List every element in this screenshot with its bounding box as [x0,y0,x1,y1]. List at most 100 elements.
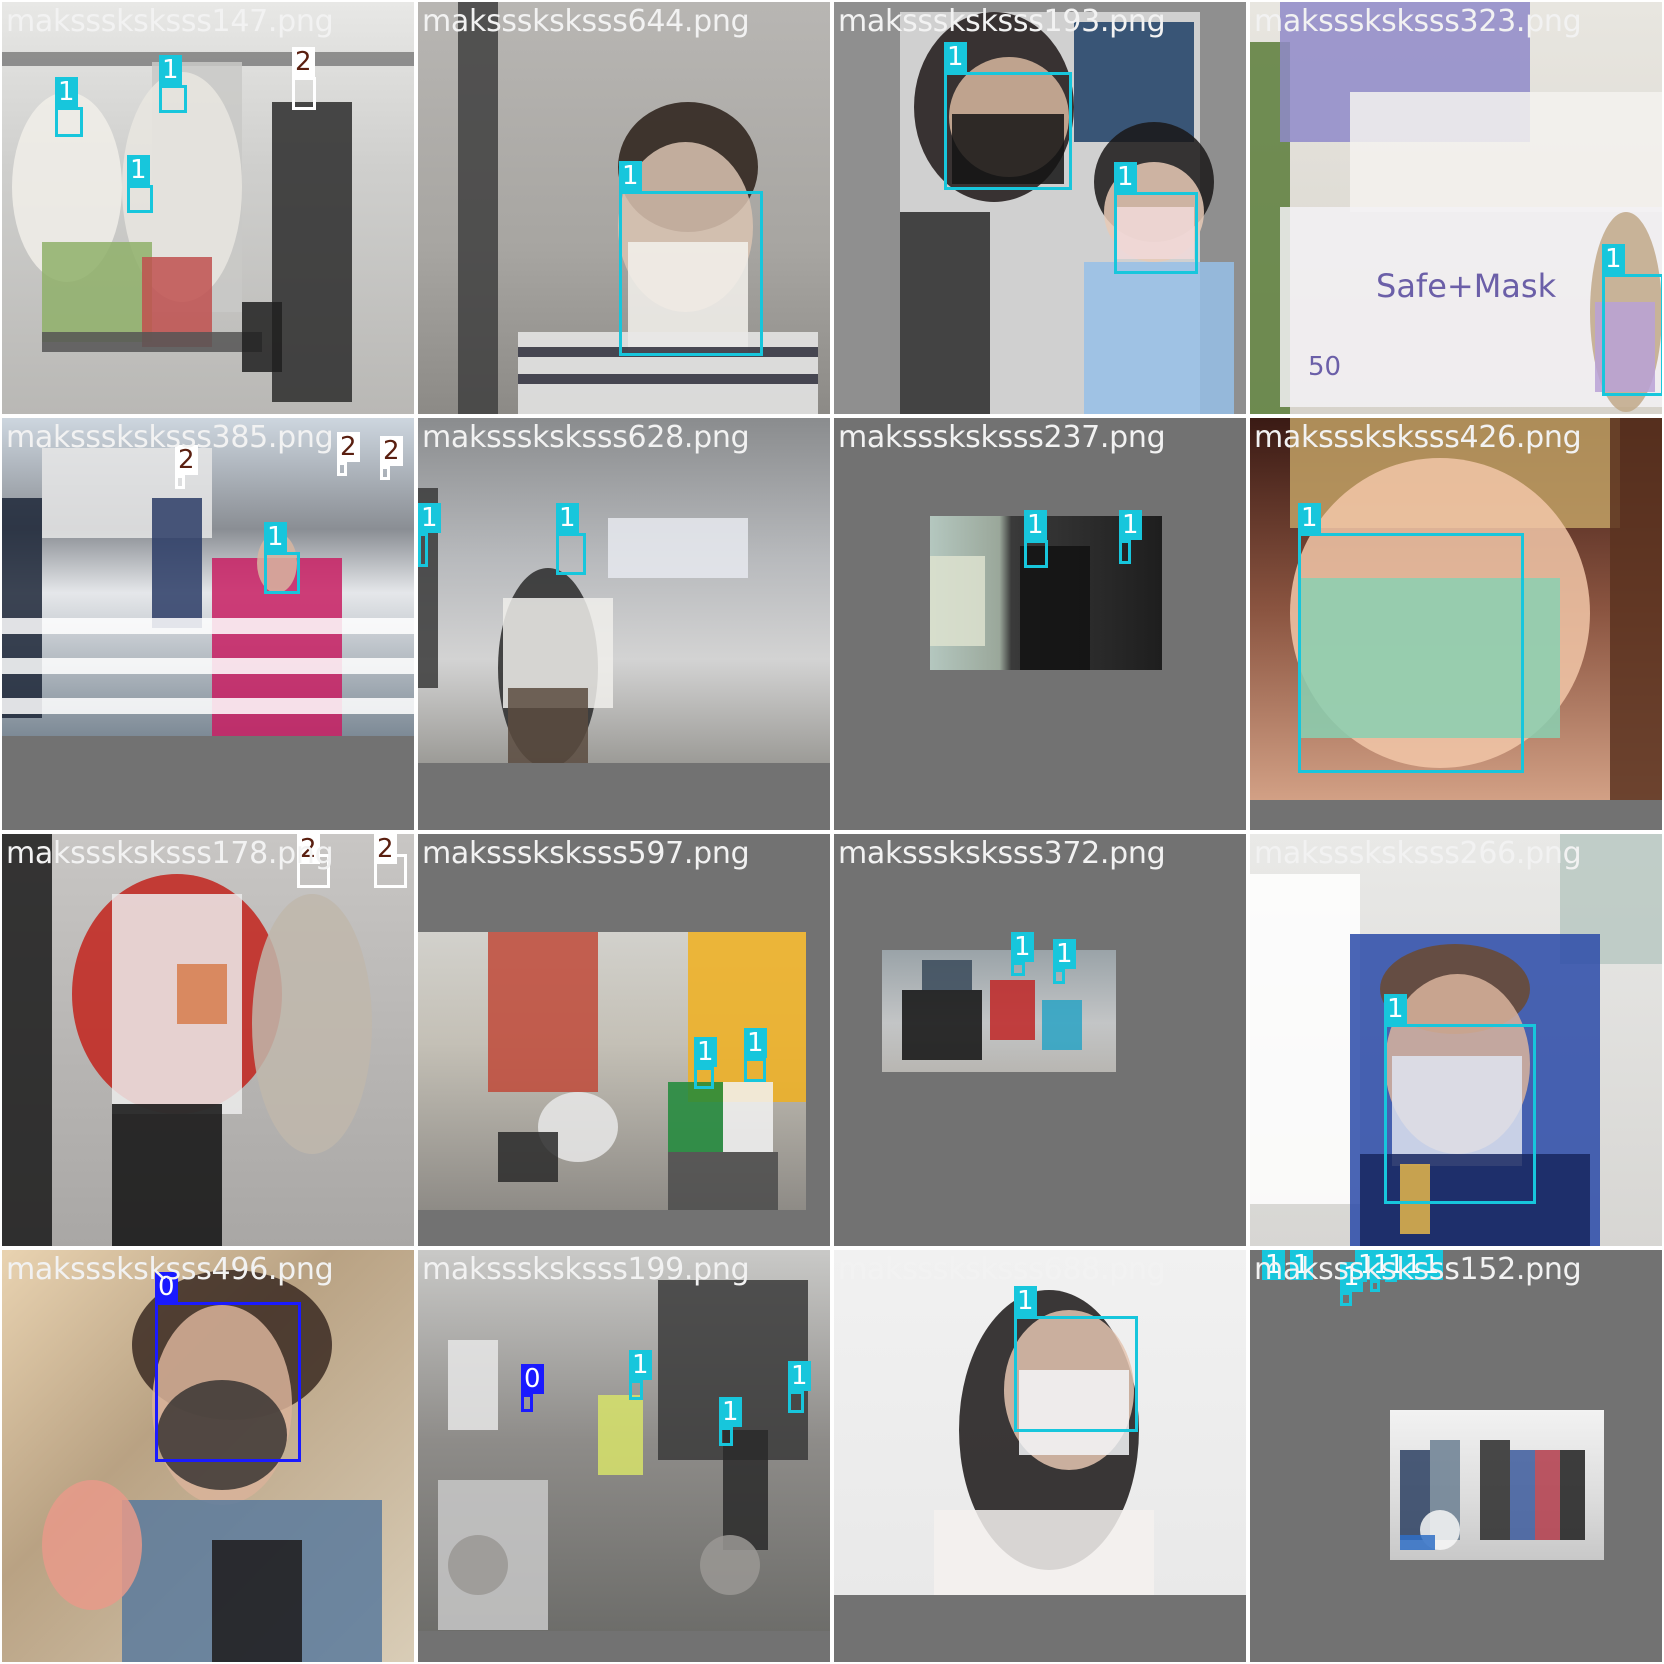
bounding-box [744,1058,766,1082]
photo-region [42,242,152,342]
mosaic-tile: 0 maksssksksss496.png [2,1250,414,1662]
photo-region [608,518,748,578]
photo-region [1610,418,1662,800]
tile-photo [418,1250,830,1631]
bounding-box [155,1302,301,1462]
mosaic-tile: 1 1 maksssksksss597.png [418,834,830,1246]
bounding-box [337,462,347,476]
class-label: 1 [788,1361,811,1391]
class-label: 1 [264,522,287,552]
tile-filename: maksssksksss152.png [1254,1252,1582,1287]
mosaic-tile: 2 2 2 1 maksssksksss385.png [2,418,414,830]
photo-region [2,498,42,718]
photo-region [700,1535,760,1595]
bounding-box [1053,969,1065,984]
tile-filename: maksssksksss147.png [6,4,334,39]
bounding-box [264,552,300,594]
photo-region [1084,262,1234,414]
photo-region [272,102,352,402]
bounding-box [719,1427,733,1446]
class-label: 1 [1119,510,1142,540]
tile-filename: maksssksksss199.png [422,1252,750,1287]
tile-filename: maksssksksss193.png [838,4,1166,39]
mosaic-tile: 0 1 1 1 maksssksksss199.png [418,1250,830,1662]
photo-region [668,1082,723,1152]
photo-region [1560,1450,1585,1540]
detection-mosaic: 1 1 1 2 maksssksksss147.png 1 maksssksksss644.… [0,0,1664,1664]
photo-region [2,698,414,714]
class-label: 1 [1014,1286,1037,1316]
photo-region [1250,874,1360,1204]
tile-filename: maksssksksss426.png [1254,420,1582,455]
photo-region [448,1340,498,1430]
class-label: 1 [418,503,441,533]
photo-region [508,688,588,763]
class-label: 1 [744,1028,767,1058]
bounding-box [1011,962,1025,976]
bounding-box [292,77,316,110]
class-label: 2 [374,834,397,864]
mosaic-tile: 1 1 1 2 maksssksksss147.png [2,2,414,414]
photo-region [1074,22,1194,142]
bounding-box [175,475,185,489]
tile-filename: maksssksksss385.png [6,420,334,455]
tile-photo [882,950,1116,1072]
bounding-box [418,533,428,567]
photo-region [2,658,414,674]
mosaic-tile: Safe+Mask 50 1 maksssksksss323.png [1250,2,1662,414]
photo-region [152,498,202,628]
class-label: 1 [719,1397,742,1427]
product-brand-text: Safe+Mask [1376,267,1557,305]
photo-region [922,960,972,990]
class-label: 1 [159,55,182,85]
bounding-box [944,72,1072,190]
mosaic-tile: 2 2 maksssksksss178.png [2,834,414,1246]
tile-photo [2,418,414,736]
bounding-box [1602,274,1662,396]
class-label: 1 [1384,994,1407,1024]
bounding-box [1014,1316,1138,1432]
bounding-box [1024,540,1048,568]
class-label: 1 [556,503,579,533]
photo-region [488,932,598,1092]
product-count-text: 50 [1308,352,1342,382]
tile-filename: maksssksksss597.png [422,836,750,871]
class-label: 1 [619,161,642,191]
photo-region [177,964,227,1024]
bounding-box [694,1067,714,1089]
photo-region [902,990,982,1060]
photo-region [2,834,52,1246]
tile-filename: maksssksksss628.png [422,420,750,455]
bounding-box [127,185,153,213]
bounding-box [380,466,390,480]
bounding-box [619,191,763,356]
photo-region [723,1082,773,1152]
photo-region [42,1480,142,1610]
class-label: 1 [1114,162,1137,192]
tile-photo [418,418,830,763]
class-label: 1 [1053,939,1076,969]
photo-region [112,1104,222,1246]
mosaic-tile: 1 maksssksksss644.png [418,2,830,414]
photo-region [518,374,818,384]
class-label: 1 [629,1350,652,1380]
bounding-box [1298,533,1524,773]
mosaic-tile: 1 maksssksksss266.png [1250,834,1662,1246]
photo-region [723,1430,768,1550]
mosaic-tile: 1 1 maksssksksss237.png [834,418,1246,830]
class-label: 1 [55,77,78,107]
bounding-box [1119,540,1131,564]
class-label: 1 [1602,244,1625,274]
class-label: 1 [944,42,967,72]
photo-region [448,1535,508,1595]
bounding-box [1384,1024,1536,1204]
photo-region [934,1510,1154,1595]
bounding-box [788,1391,804,1413]
photo-region [458,2,498,414]
tile-filename: maksssksksss323.png [1254,4,1582,39]
photo-region [2,618,414,634]
photo-region [1480,1440,1510,1540]
bounding-box [521,1394,533,1412]
tile-filename: maksssksksss372.png [838,836,1166,871]
bounding-box [55,107,83,137]
